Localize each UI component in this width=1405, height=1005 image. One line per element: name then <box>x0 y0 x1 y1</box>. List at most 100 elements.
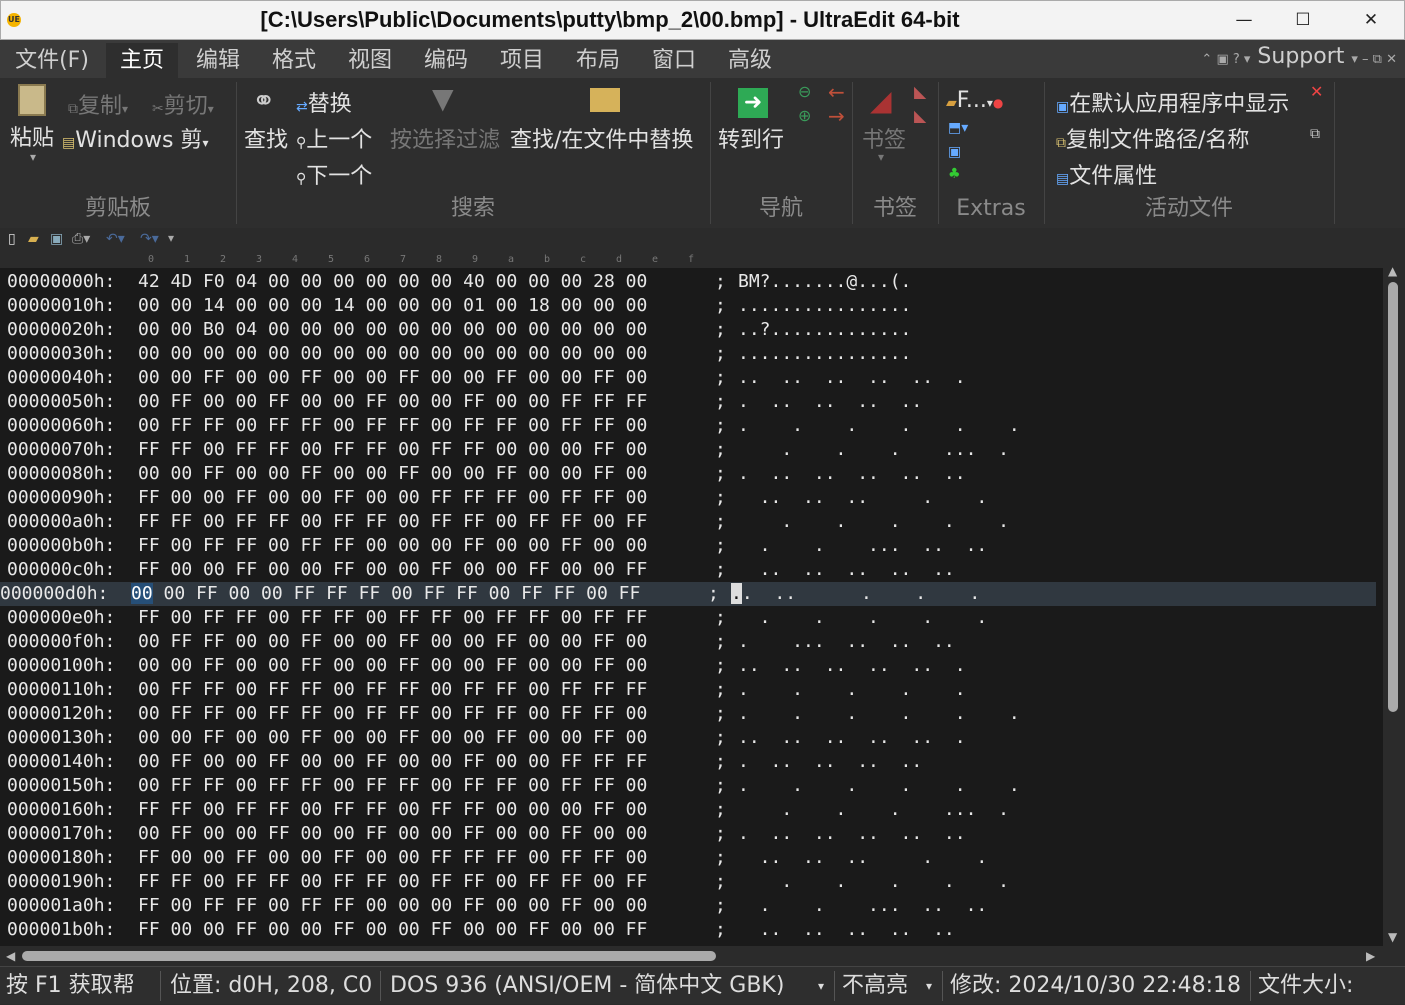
copy-dropdown-icon[interactable]: ▾ <box>122 102 128 116</box>
hex-row-ascii[interactable]: . . ... .. .. <box>738 534 988 558</box>
hex-row[interactable]: 00000080h: 00 00 FF 00 00 FF 00 00 FF 00 … <box>7 462 1383 486</box>
hex-row-bytes[interactable]: FF 00 00 FF 00 00 FF 00 00 FF 00 00 FF 0… <box>138 918 647 942</box>
hex-row[interactable]: 00000110h: 00 FF FF 00 FF FF 00 FF FF 00 … <box>7 678 1383 702</box>
nav-back-red-icon[interactable]: ← <box>828 80 845 104</box>
hex-row[interactable]: 00000010h: 00 00 14 00 00 00 14 00 00 00 … <box>7 294 1383 318</box>
open-in-default-app-button[interactable]: 在默认应用程序中显示 <box>1069 92 1289 117</box>
hex-row[interactable]: 00000060h: 00 FF FF 00 FF FF 00 FF FF 00 … <box>7 414 1383 438</box>
hex-row[interactable]: 000000f0h: 00 FF FF 00 00 FF 00 00 FF 00 … <box>7 630 1383 654</box>
hex-row-ascii[interactable]: .. .. .. . . <box>738 846 988 870</box>
filter-by-selection-button[interactable]: 按选择过滤 <box>390 122 500 154</box>
paste-dropdown-icon[interactable]: ▾ <box>30 150 36 164</box>
hex-row-ascii[interactable]: . ... .. .. .. <box>738 630 955 654</box>
hex-row-bytes[interactable]: 00 FF FF 00 FF FF 00 FF FF 00 FF FF 00 F… <box>138 774 647 798</box>
tab-view[interactable]: 视图 <box>336 43 404 78</box>
hex-row[interactable]: 00000140h: 00 FF 00 00 FF 00 00 FF 00 00 … <box>7 750 1383 774</box>
hex-row[interactable]: 00000050h: 00 FF 00 00 FF 00 00 FF 00 00 … <box>7 390 1383 414</box>
scroll-right-icon[interactable]: ▶ <box>1366 949 1375 963</box>
tab-home[interactable]: 主页 <box>106 43 178 78</box>
find-in-files-button[interactable]: 查找/在文件中替换 <box>510 122 693 154</box>
paste-icon[interactable] <box>18 84 46 116</box>
hex-row-bytes[interactable]: 00 FF FF 00 FF FF 00 FF FF 00 FF FF 00 F… <box>138 702 647 726</box>
customize-toolbar-icon[interactable]: ▾ <box>168 231 174 245</box>
copy-file-icon[interactable]: ⧉ <box>1310 126 1320 142</box>
hex-row[interactable]: 000000a0h: FF FF 00 FF FF 00 FF FF 00 FF … <box>7 510 1383 534</box>
hex-row-ascii[interactable]: .. .. .. .. .. <box>738 918 955 942</box>
file-properties-button[interactable]: 文件属性 <box>1069 164 1157 189</box>
hex-editor[interactable]: 00000000h: 42 4D F0 04 00 00 00 00 00 00 … <box>0 268 1383 946</box>
scroll-up-icon[interactable]: ▲ <box>1388 264 1397 278</box>
tab-encoding[interactable]: 编码 <box>412 43 480 78</box>
hex-row[interactable]: 00000150h: 00 FF FF 00 FF FF 00 FF FF 00 … <box>7 774 1383 798</box>
cut-button[interactable]: 剪切 <box>164 94 208 119</box>
hex-row-bytes[interactable]: 42 4D F0 04 00 00 00 00 00 00 40 00 00 0… <box>138 270 647 294</box>
hex-row-bytes[interactable]: 00 00 FF 00 00 FF 00 00 FF 00 00 FF 00 0… <box>138 462 647 486</box>
hex-row-ascii[interactable]: .. .. .. . . <box>738 486 988 510</box>
redo-icon[interactable]: ↷▾ <box>140 231 159 247</box>
hex-row-ascii[interactable]: . . . . . <box>738 678 966 702</box>
hex-row-ascii[interactable]: . . . . . <box>738 870 1009 894</box>
status-highlight[interactable]: 不高亮 <box>842 967 908 1005</box>
hex-row-bytes[interactable]: 00 00 FF 00 00 FF 00 00 FF 00 00 FF 00 0… <box>138 366 647 390</box>
status-encoding[interactable]: DOS 936 (ANSI/OEM - 简体中文 GBK) <box>390 967 784 1005</box>
copy-file-path-button[interactable]: 复制文件路径/名称 <box>1066 128 1249 153</box>
selected-byte[interactable]: 00 <box>131 583 153 604</box>
hex-row-bytes[interactable]: FF FF 00 FF FF 00 FF FF 00 FF FF 00 00 0… <box>138 798 647 822</box>
nav-forward-red-icon[interactable]: → <box>828 104 845 128</box>
hex-row-bytes[interactable]: 00 00 FF 00 00 FF 00 00 FF 00 00 FF 00 0… <box>138 654 647 678</box>
vertical-scrollbar[interactable]: ▲ ▼ <box>1383 262 1405 946</box>
paste-button[interactable]: 粘贴 <box>10 120 54 152</box>
bookmark-next-icon[interactable]: ◣ <box>914 106 926 125</box>
hex-row-ascii[interactable]: . . . . . <box>738 606 988 630</box>
encoding-dropdown-icon[interactable]: ▾ <box>818 967 824 1005</box>
hex-row[interactable]: 00000040h: 00 00 FF 00 00 FF 00 00 FF 00 … <box>7 366 1383 390</box>
hex-row-ascii[interactable]: . .. .. .. .. <box>738 750 922 774</box>
nav-forward-icon[interactable]: ⊕ <box>798 106 811 125</box>
new-file-icon[interactable]: ▯ <box>8 231 16 247</box>
highlight-dropdown-icon[interactable]: ▾ <box>926 967 932 1005</box>
bookmark-prev-icon[interactable]: ◣ <box>914 82 926 101</box>
close-button[interactable]: ✕ <box>1356 7 1386 33</box>
hex-row[interactable]: 000001a0h: FF 00 FF FF 00 FF FF 00 00 00 … <box>7 894 1383 918</box>
hex-row[interactable]: 00000130h: 00 00 FF 00 00 FF 00 00 FF 00 … <box>7 726 1383 750</box>
save-icon[interactable]: ▣ <box>50 231 63 247</box>
replace-button[interactable]: 替换 <box>308 92 352 117</box>
hex-row-ascii[interactable]: . .. .. .. .. .. <box>738 822 966 846</box>
tab-edit[interactable]: 编辑 <box>184 43 252 78</box>
hex-row-bytes[interactable]: 00 00 14 00 00 00 14 00 00 00 01 00 18 0… <box>138 294 647 318</box>
hex-row-bytes[interactable]: 00 00 FF 00 00 FF FF FF 00 FF FF 00 FF F… <box>131 582 640 606</box>
hex-row-ascii[interactable]: . . . . . . <box>738 774 1020 798</box>
support-window-controls-icon[interactable]: ▾ – ⧉ ✕ <box>1351 52 1397 67</box>
hex-row-bytes[interactable]: 00 FF FF 00 00 FF 00 00 FF 00 00 FF 00 0… <box>138 630 647 654</box>
hex-row[interactable]: 00000020h: 00 00 B0 04 00 00 00 00 00 00 … <box>7 318 1383 342</box>
hex-row-bytes[interactable]: 00 FF FF 00 FF FF 00 FF FF 00 FF FF 00 F… <box>138 414 647 438</box>
vertical-scroll-thumb[interactable] <box>1388 282 1398 712</box>
hex-row-ascii[interactable]: . . . . . . <box>738 414 1020 438</box>
hex-row[interactable]: 00000000h: 42 4D F0 04 00 00 00 00 00 00 … <box>7 270 1383 294</box>
goto-line-button[interactable]: 转到行 <box>718 122 784 154</box>
undo-icon[interactable]: ↶▾ <box>106 231 125 247</box>
tab-window[interactable]: 窗口 <box>640 43 708 78</box>
hex-row[interactable]: 00000170h: 00 FF 00 00 FF 00 00 FF 00 00 … <box>7 822 1383 846</box>
scroll-left-icon[interactable]: ◀ <box>6 949 15 963</box>
hex-row-ascii[interactable]: ................ <box>738 294 911 318</box>
hex-row[interactable]: 00000070h: FF FF 00 FF FF 00 FF FF 00 FF … <box>7 438 1383 462</box>
hex-row-ascii[interactable]: . . . . . . <box>738 702 1020 726</box>
hex-row-bytes[interactable]: FF 00 FF FF 00 FF FF 00 FF FF 00 FF FF 0… <box>138 606 647 630</box>
hex-row-ascii[interactable]: ................ <box>738 342 911 366</box>
horizontal-scroll-thumb[interactable] <box>22 951 716 961</box>
hex-row-ascii[interactable]: .. .. .. .. .. . <box>738 654 966 678</box>
hex-row-bytes[interactable]: 00 FF FF 00 FF FF 00 FF FF 00 FF FF 00 F… <box>138 678 647 702</box>
hex-row-ascii[interactable]: .. .. . . . <box>731 582 980 606</box>
extras-tool1-icon[interactable]: ⬒▾ <box>948 120 968 136</box>
minimize-button[interactable]: — <box>1229 7 1259 33</box>
hex-row-bytes[interactable]: 00 00 B0 04 00 00 00 00 00 00 00 00 00 0… <box>138 318 647 342</box>
hex-row[interactable]: 00000090h: FF 00 00 FF 00 00 FF 00 00 FF … <box>7 486 1383 510</box>
print-icon[interactable]: ⎙▾ <box>72 231 90 247</box>
hex-row[interactable]: 00000160h: FF FF 00 FF FF 00 FF FF 00 FF … <box>7 798 1383 822</box>
extras-tool3-icon[interactable]: ♣ <box>948 166 961 182</box>
hex-row-bytes[interactable]: 00 00 00 00 00 00 00 00 00 00 00 00 00 0… <box>138 342 647 366</box>
nav-back-icon[interactable]: ⊖ <box>798 82 811 101</box>
hex-row-ascii[interactable]: . . . . . <box>738 510 1009 534</box>
hex-row-ascii[interactable]: . . . ... . <box>738 798 1009 822</box>
